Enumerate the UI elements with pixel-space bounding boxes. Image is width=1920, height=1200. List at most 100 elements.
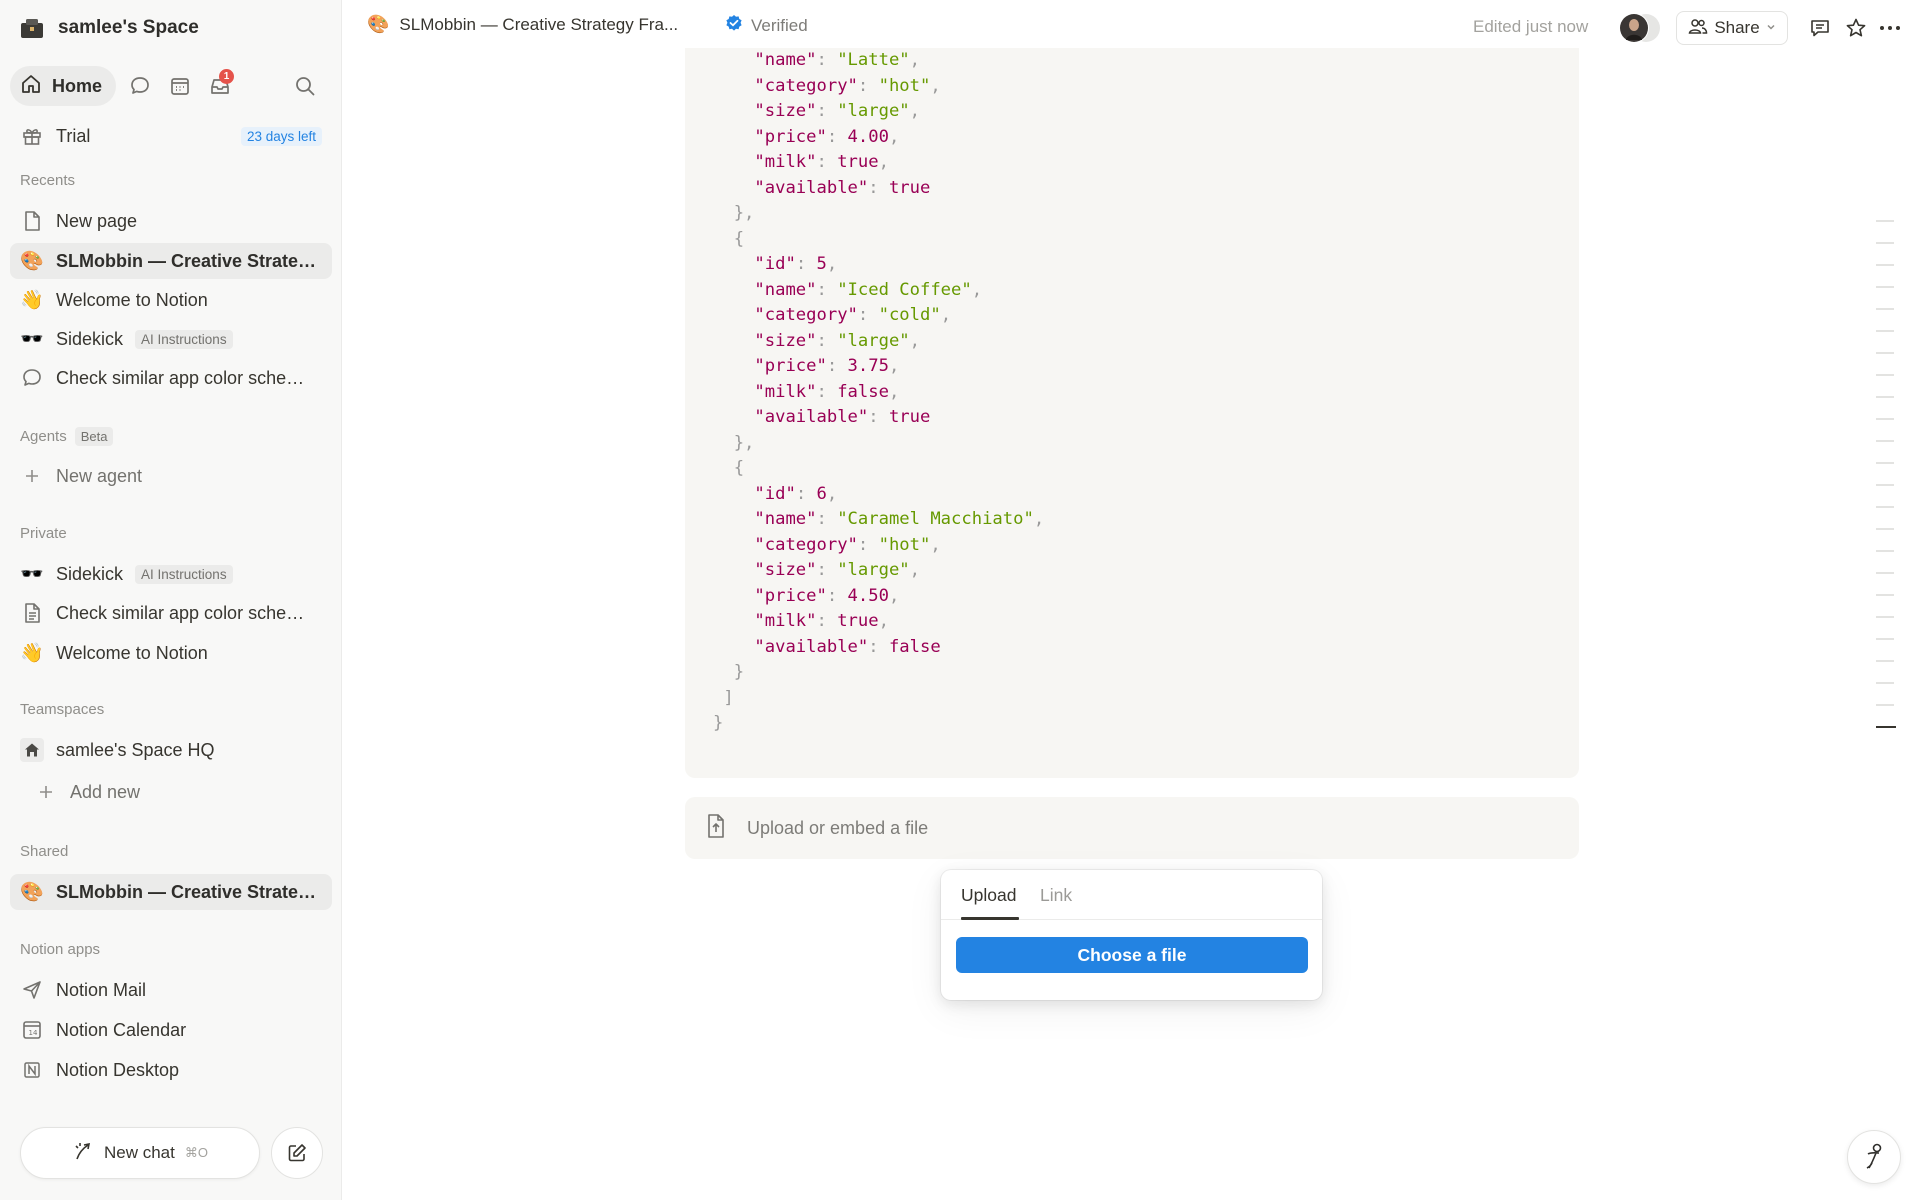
private-header[interactable]: Private: [20, 525, 67, 542]
outline-tick[interactable]: [1876, 704, 1894, 706]
inbox-icon[interactable]: 1: [200, 66, 240, 106]
code-line: "size": "large",: [754, 560, 920, 580]
sidebar-item-trial[interactable]: Trial 23 days left: [10, 118, 332, 154]
compose-icon[interactable]: [271, 1127, 323, 1179]
notion-logo-icon: [20, 1058, 44, 1082]
edited-status: Edited just now: [1473, 17, 1589, 36]
chat-icon[interactable]: [120, 66, 160, 106]
comments-icon[interactable]: [1806, 14, 1834, 42]
outline-tick[interactable]: [1876, 242, 1894, 244]
plus-icon: [34, 780, 58, 804]
avatar[interactable]: [1618, 12, 1660, 44]
sidebar-item-private-check-colors[interactable]: Check similar app color schemes: [10, 595, 332, 631]
choose-file-button[interactable]: Choose a file: [956, 937, 1308, 973]
top-nav: Home 1: [10, 66, 332, 106]
outline-tick[interactable]: [1876, 352, 1894, 354]
code-line: "name": "Latte",: [754, 50, 920, 70]
sidebar-item-notion-mail[interactable]: Notion Mail: [10, 972, 332, 1008]
outline-tick[interactable]: [1876, 726, 1896, 728]
code-line: "id": 6,: [754, 483, 838, 504]
code-line: "available": true: [754, 177, 931, 198]
verified-badge[interactable]: Verified: [725, 14, 808, 37]
outline-tick[interactable]: [1876, 682, 1894, 684]
search-icon[interactable]: [285, 66, 325, 106]
outline-tick[interactable]: [1876, 528, 1894, 530]
share-label: Share: [1714, 18, 1760, 37]
inbox-badge: 1: [219, 69, 235, 84]
sidebar-item-shared-slmobbin[interactable]: 🎨 SLMobbin — Creative Strategy Framework: [10, 874, 332, 910]
new-chat-button[interactable]: New chat ⌘O: [20, 1127, 260, 1179]
plus-icon: [20, 464, 44, 488]
file-embed-block[interactable]: Upload or embed a file: [685, 797, 1579, 859]
sidebar-item-new-page[interactable]: New page: [10, 203, 332, 239]
calendar-icon: 14: [20, 1018, 44, 1042]
page-icon: [20, 601, 44, 625]
outline-tick[interactable]: [1876, 572, 1894, 574]
sidebar-item-private-welcome[interactable]: 👋 Welcome to Notion: [10, 635, 332, 671]
send-icon: [20, 978, 44, 1002]
star-icon[interactable]: [1842, 14, 1870, 42]
tab-upload[interactable]: Upload: [961, 885, 1016, 906]
chevron-down-icon: [1766, 19, 1776, 37]
gift-icon: [20, 124, 44, 148]
notion-apps-header[interactable]: Notion apps: [20, 941, 100, 958]
outline-tick[interactable]: [1876, 264, 1894, 266]
sidebar-item-notion-desktop[interactable]: Notion Desktop: [10, 1052, 332, 1088]
outline-tick[interactable]: [1876, 308, 1894, 310]
tab-link[interactable]: Link: [1040, 885, 1072, 906]
outline-tick[interactable]: [1876, 418, 1894, 420]
agents-header[interactable]: Agents Beta: [20, 427, 114, 446]
sidebar-item-slmobbin[interactable]: 🎨 SLMobbin — Creative Strategy Framework: [10, 243, 332, 279]
palette-emoji-icon: 🎨: [20, 882, 44, 903]
palette-emoji-icon: 🎨: [20, 251, 44, 272]
new-agent-button[interactable]: New agent: [10, 458, 332, 494]
outline-tick[interactable]: [1876, 638, 1894, 640]
code-line: },: [713, 432, 755, 453]
outline-tick[interactable]: [1876, 374, 1894, 376]
share-button[interactable]: Share: [1676, 11, 1788, 45]
workspace-switcher[interactable]: samlee's Space: [20, 14, 199, 42]
chat-bubble-icon: [20, 366, 44, 390]
outline-tick[interactable]: [1876, 550, 1894, 552]
sidebar-item-welcome[interactable]: 👋 Welcome to Notion: [10, 282, 332, 318]
sidebar-item-check-colors[interactable]: Check similar app color schemes: [10, 360, 332, 396]
recents-header[interactable]: Recents: [20, 172, 75, 189]
sidebar-item-notion-calendar[interactable]: 14 Notion Calendar: [10, 1012, 332, 1048]
outline-tick[interactable]: [1876, 220, 1894, 222]
outline-tick[interactable]: [1876, 660, 1894, 662]
breadcrumb[interactable]: 🎨 SLMobbin — Creative Strategy Fra...: [367, 14, 678, 35]
code-block[interactable]: "name": "Latte", "category": "hot", "siz…: [685, 48, 1579, 778]
outline-tick[interactable]: [1876, 440, 1894, 442]
outline-tick[interactable]: [1876, 396, 1894, 398]
code-line: "available": false: [754, 636, 941, 657]
outline-tick[interactable]: [1876, 506, 1894, 508]
wave-emoji-icon: 👋: [20, 643, 44, 664]
home-button[interactable]: Home: [10, 66, 117, 106]
calendar-nav-icon[interactable]: [160, 66, 200, 106]
code-line: },: [713, 203, 755, 223]
outline-tick[interactable]: [1876, 462, 1894, 464]
outline-tick[interactable]: [1876, 616, 1894, 618]
ai-assistant-button[interactable]: [1847, 1130, 1901, 1184]
file-upload-icon: [705, 813, 727, 844]
code-line: {: [713, 228, 745, 249]
more-options-icon[interactable]: [1876, 14, 1904, 42]
code-line: "price": 4.00,: [754, 126, 900, 147]
sparkle-pen-icon: [72, 1140, 94, 1167]
sidebar-item-private-sidekick[interactable]: 🕶️ Sidekick AI Instructions: [10, 556, 332, 592]
outline-tick[interactable]: [1876, 594, 1894, 596]
code-line: "name": "Caramel Macchiato",: [754, 509, 1045, 529]
teamspaces-header[interactable]: Teamspaces: [20, 701, 104, 718]
trial-days-badge: 23 days left: [240, 126, 322, 146]
sidebar-item-sidekick[interactable]: 🕶️ Sidekick AI Instructions: [10, 321, 332, 357]
outline-tick[interactable]: [1876, 484, 1894, 486]
code-line: "category": "hot",: [754, 534, 941, 555]
shared-header[interactable]: Shared: [20, 843, 68, 860]
add-new-teamspace-button[interactable]: Add new: [10, 774, 332, 810]
page-title: SLMobbin — Creative Strategy Fra...: [399, 14, 679, 34]
code-line: "milk": true,: [754, 611, 889, 631]
sidebar-item-teamspace[interactable]: samlee's Space HQ: [10, 732, 332, 768]
outline-tick[interactable]: [1876, 286, 1894, 288]
trial-label: Trial: [56, 125, 91, 146]
outline-tick[interactable]: [1876, 330, 1894, 332]
